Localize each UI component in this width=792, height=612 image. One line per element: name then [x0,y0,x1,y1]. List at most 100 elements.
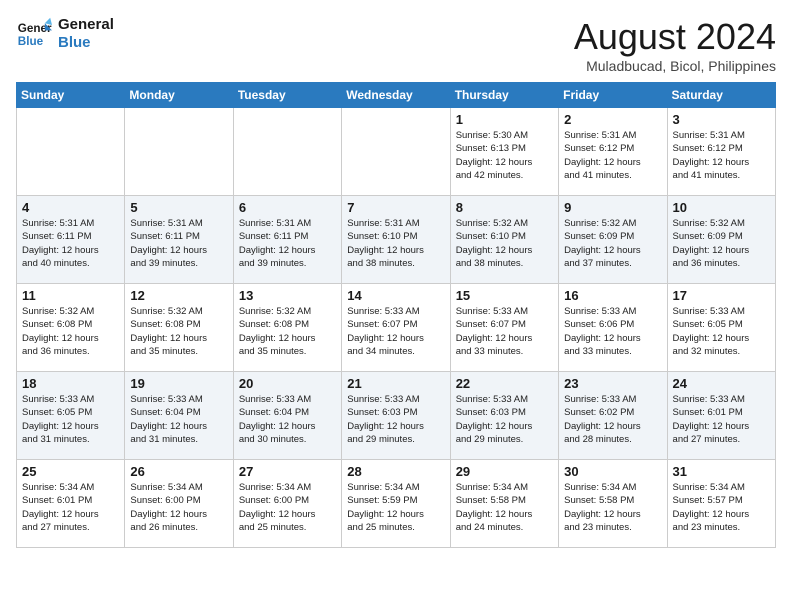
calendar-cell: 8Sunrise: 5:32 AM Sunset: 6:10 PM Daylig… [450,196,558,284]
day-number: 24 [673,376,770,391]
day-number: 22 [456,376,553,391]
day-number: 19 [130,376,227,391]
day-info: Sunrise: 5:32 AM Sunset: 6:08 PM Dayligh… [22,305,119,358]
day-number: 21 [347,376,444,391]
calendar-cell: 13 Sunrise: 5:32 AM Sunset: 6:08 PM Dayli… [233,284,341,372]
calendar-cell: 7 Sunrise: 5:31 AM Sunset: 6:10 PM Daylig… [342,196,450,284]
day-info: Sunrise: 5:34 AM Sunset: 5:58 PM Dayligh… [564,481,661,534]
day-info: Sunrise: 5:34 AM Sunset: 6:01 PM Dayligh… [22,481,119,534]
calendar-table: SundayMondayTuesdayWednesdayThursdayFrid… [16,82,776,548]
week-row-4: 18 Sunrise: 5:33 AM Sunset: 6:05 PM Dayli… [17,372,776,460]
calendar-cell: 5 Sunrise: 5:31 AM Sunset: 6:11 PM Daylig… [125,196,233,284]
logo-text: General [58,16,114,34]
day-number: 25 [22,464,119,479]
day-info: Sunrise: 5:32 AM Sunset: 6:08 PM Dayligh… [239,305,336,358]
calendar-cell: 17 Sunrise: 5:33 AM Sunset: 6:05 PM Dayli… [667,284,775,372]
week-row-3: 11 Sunrise: 5:32 AM Sunset: 6:08 PM Dayli… [17,284,776,372]
week-row-2: 4 Sunrise: 5:31 AM Sunset: 6:11 PM Daylig… [17,196,776,284]
calendar-cell: 23Sunrise: 5:33 AM Sunset: 6:02 PM Dayli… [559,372,667,460]
day-info: Sunrise: 5:34 AM Sunset: 5:57 PM Dayligh… [673,481,770,534]
day-number: 18 [22,376,119,391]
day-number: 26 [130,464,227,479]
day-info: Sunrise: 5:33 AM Sunset: 6:06 PM Dayligh… [564,305,661,358]
calendar-cell: 11 Sunrise: 5:32 AM Sunset: 6:08 PM Dayli… [17,284,125,372]
day-info: Sunrise: 5:34 AM Sunset: 6:00 PM Dayligh… [239,481,336,534]
calendar-cell: 30 Sunrise: 5:34 AM Sunset: 5:58 PM Dayli… [559,460,667,548]
day-info: Sunrise: 5:32 AM Sunset: 6:09 PM Dayligh… [564,217,661,270]
weekday-header-wednesday: Wednesday [342,83,450,108]
month-year-title: August 2024 [574,16,776,58]
calendar-cell: 25 Sunrise: 5:34 AM Sunset: 6:01 PM Dayli… [17,460,125,548]
day-number: 20 [239,376,336,391]
day-number: 3 [673,112,770,127]
logo: General Blue General Blue [16,16,114,52]
calendar-cell: 27 Sunrise: 5:34 AM Sunset: 6:00 PM Dayli… [233,460,341,548]
day-info: Sunrise: 5:33 AM Sunset: 6:02 PM Dayligh… [564,393,661,446]
day-number: 10 [673,200,770,215]
day-number: 27 [239,464,336,479]
calendar-cell: 16 Sunrise: 5:33 AM Sunset: 6:06 PM Dayli… [559,284,667,372]
day-info: Sunrise: 5:33 AM Sunset: 6:05 PM Dayligh… [673,305,770,358]
day-info: Sunrise: 5:31 AM Sunset: 6:11 PM Dayligh… [130,217,227,270]
day-number: 16 [564,288,661,303]
day-number: 2 [564,112,661,127]
day-info: Sunrise: 5:33 AM Sunset: 6:01 PM Dayligh… [673,393,770,446]
day-number: 30 [564,464,661,479]
calendar-cell: 15 Sunrise: 5:33 AM Sunset: 6:07 PM Dayli… [450,284,558,372]
day-info: Sunrise: 5:33 AM Sunset: 6:04 PM Dayligh… [239,393,336,446]
day-number: 14 [347,288,444,303]
day-info: Sunrise: 5:33 AM Sunset: 6:07 PM Dayligh… [347,305,444,358]
calendar-cell: 1Sunrise: 5:30 AM Sunset: 6:13 PM Daylig… [450,108,558,196]
day-info: Sunrise: 5:34 AM Sunset: 5:58 PM Dayligh… [456,481,553,534]
location-subtitle: Muladbucad, Bicol, Philippines [574,58,776,74]
calendar-cell: 21Sunrise: 5:33 AM Sunset: 6:03 PM Dayli… [342,372,450,460]
logo-icon: General Blue [16,16,52,52]
calendar-cell: 4 Sunrise: 5:31 AM Sunset: 6:11 PM Daylig… [17,196,125,284]
day-number: 9 [564,200,661,215]
calendar-cell [17,108,125,196]
calendar-cell: 10 Sunrise: 5:32 AM Sunset: 6:09 PM Dayli… [667,196,775,284]
calendar-cell: 22Sunrise: 5:33 AM Sunset: 6:03 PM Dayli… [450,372,558,460]
day-info: Sunrise: 5:31 AM Sunset: 6:11 PM Dayligh… [239,217,336,270]
day-info: Sunrise: 5:33 AM Sunset: 6:04 PM Dayligh… [130,393,227,446]
day-number: 4 [22,200,119,215]
calendar-cell: 26 Sunrise: 5:34 AM Sunset: 6:00 PM Dayli… [125,460,233,548]
day-info: Sunrise: 5:31 AM Sunset: 6:12 PM Dayligh… [564,129,661,182]
calendar-cell: 19 Sunrise: 5:33 AM Sunset: 6:04 PM Dayli… [125,372,233,460]
day-number: 7 [347,200,444,215]
day-number: 31 [673,464,770,479]
weekday-header-tuesday: Tuesday [233,83,341,108]
week-row-5: 25 Sunrise: 5:34 AM Sunset: 6:01 PM Dayli… [17,460,776,548]
calendar-cell [125,108,233,196]
calendar-cell: 28Sunrise: 5:34 AM Sunset: 5:59 PM Dayli… [342,460,450,548]
weekday-header-row: SundayMondayTuesdayWednesdayThursdayFrid… [17,83,776,108]
day-info: Sunrise: 5:34 AM Sunset: 6:00 PM Dayligh… [130,481,227,534]
day-number: 5 [130,200,227,215]
calendar-cell: 12Sunrise: 5:32 AM Sunset: 6:08 PM Dayli… [125,284,233,372]
day-number: 15 [456,288,553,303]
weekday-header-monday: Monday [125,83,233,108]
weekday-header-sunday: Sunday [17,83,125,108]
day-number: 8 [456,200,553,215]
day-number: 17 [673,288,770,303]
weekday-header-thursday: Thursday [450,83,558,108]
calendar-cell: 6 Sunrise: 5:31 AM Sunset: 6:11 PM Daylig… [233,196,341,284]
day-number: 12 [130,288,227,303]
day-number: 29 [456,464,553,479]
day-info: Sunrise: 5:31 AM Sunset: 6:10 PM Dayligh… [347,217,444,270]
day-info: Sunrise: 5:33 AM Sunset: 6:05 PM Dayligh… [22,393,119,446]
calendar-cell: 9 Sunrise: 5:32 AM Sunset: 6:09 PM Daylig… [559,196,667,284]
calendar-cell [233,108,341,196]
title-block: August 2024 Muladbucad, Bicol, Philippin… [574,16,776,74]
day-info: Sunrise: 5:33 AM Sunset: 6:07 PM Dayligh… [456,305,553,358]
day-info: Sunrise: 5:31 AM Sunset: 6:11 PM Dayligh… [22,217,119,270]
day-number: 28 [347,464,444,479]
day-info: Sunrise: 5:32 AM Sunset: 6:09 PM Dayligh… [673,217,770,270]
calendar-cell: 31 Sunrise: 5:34 AM Sunset: 5:57 PM Dayli… [667,460,775,548]
day-number: 11 [22,288,119,303]
day-number: 6 [239,200,336,215]
calendar-cell: 20 Sunrise: 5:33 AM Sunset: 6:04 PM Dayli… [233,372,341,460]
calendar-cell: 18 Sunrise: 5:33 AM Sunset: 6:05 PM Dayli… [17,372,125,460]
day-number: 13 [239,288,336,303]
day-number: 1 [456,112,553,127]
